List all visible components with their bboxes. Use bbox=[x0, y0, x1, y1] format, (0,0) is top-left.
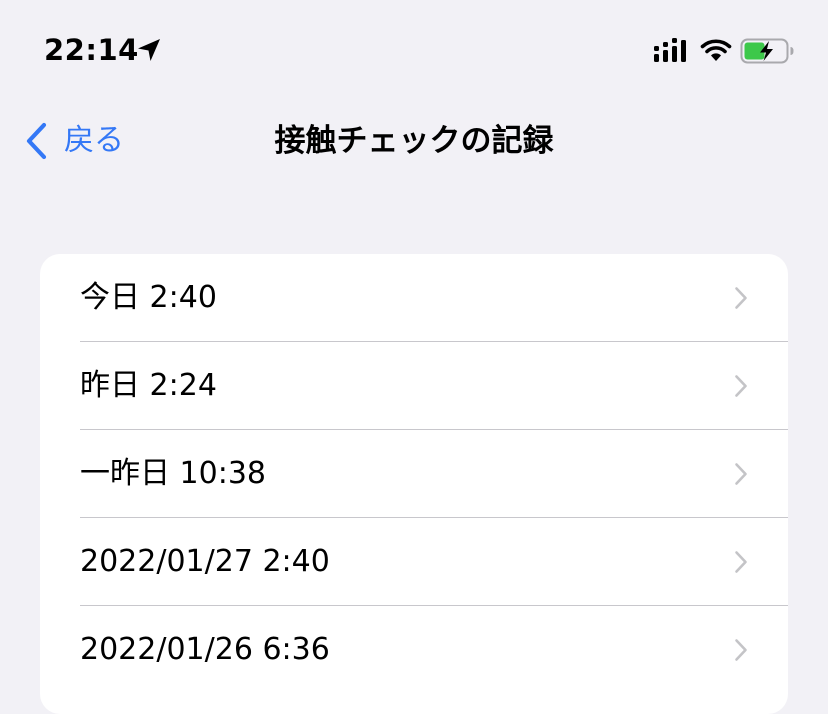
page-title: 接触チェックの記録 bbox=[274, 123, 554, 159]
list-item[interactable]: 今日 2:40 bbox=[40, 254, 788, 342]
list-item[interactable]: 2022/01/27 2:40 bbox=[40, 518, 788, 606]
chevron-right-icon bbox=[735, 375, 747, 397]
record-list: 今日 2:40 昨日 2:24 一昨日 10:38 2022/01/27 2:4… bbox=[40, 254, 788, 714]
list-item[interactable]: 2022/01/26 6:36 bbox=[40, 606, 788, 694]
chevron-right-icon bbox=[735, 639, 747, 661]
status-bar: 22:14 bbox=[0, 0, 828, 100]
chevron-right-icon bbox=[735, 287, 747, 309]
record-label: 今日 2:40 bbox=[80, 280, 217, 315]
record-label: 2022/01/26 6:36 bbox=[80, 632, 330, 667]
record-label: 一昨日 10:38 bbox=[80, 456, 266, 491]
chevron-right-icon bbox=[735, 463, 747, 485]
record-label: 昨日 2:24 bbox=[80, 368, 217, 403]
location-arrow-icon bbox=[138, 39, 160, 61]
list-item[interactable]: 昨日 2:24 bbox=[40, 342, 788, 430]
cellular-signal-icon bbox=[654, 38, 686, 62]
wifi-icon bbox=[700, 39, 732, 61]
battery-charging-icon bbox=[740, 38, 794, 64]
list-item[interactable]: 一昨日 10:38 bbox=[40, 430, 788, 518]
status-time: 22:14 bbox=[44, 33, 139, 67]
chevron-right-icon bbox=[735, 551, 747, 573]
navigation-bar: 戻る 接触チェックの記録 bbox=[0, 110, 828, 172]
record-label: 2022/01/27 2:40 bbox=[80, 544, 330, 579]
